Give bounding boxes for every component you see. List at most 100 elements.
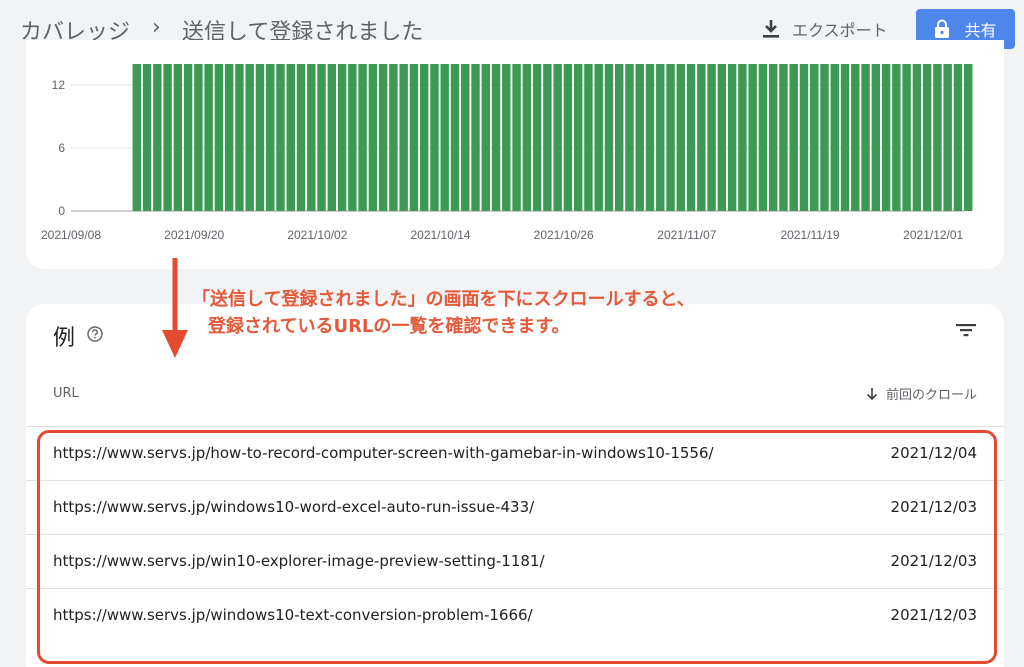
chart-bar[interactable]: [758, 64, 768, 211]
chart-bar[interactable]: [810, 64, 819, 211]
column-header-url[interactable]: URL: [53, 386, 79, 401]
chart-bar[interactable]: [296, 64, 306, 211]
chart-bar[interactable]: [368, 64, 378, 211]
chart-bar[interactable]: [409, 64, 419, 211]
row-url: https://www.servs.jp/how-to-record-compu…: [53, 444, 714, 462]
chart-bar[interactable]: [450, 64, 460, 211]
chart-bar[interactable]: [594, 64, 603, 211]
chart-bar[interactable]: [532, 64, 542, 211]
chart-bar[interactable]: [573, 64, 583, 211]
chart-bar[interactable]: [440, 64, 449, 211]
chart-bar[interactable]: [717, 64, 727, 211]
chart-bar[interactable]: [563, 64, 573, 211]
chart-bar[interactable]: [461, 64, 470, 211]
chart-bar[interactable]: [173, 64, 183, 211]
table-row[interactable]: https://www.servs.jp/windows10-text-conv…: [26, 588, 1004, 642]
chart-bar[interactable]: [789, 64, 798, 211]
download-icon: [763, 20, 779, 38]
chart-bar[interactable]: [348, 64, 357, 211]
chart-bar[interactable]: [194, 64, 203, 211]
chart-bar[interactable]: [522, 64, 532, 211]
export-button[interactable]: エクスポート: [762, 16, 888, 42]
chart-bar[interactable]: [224, 64, 234, 211]
chart-bar[interactable]: [635, 64, 644, 211]
chart-bar[interactable]: [163, 64, 172, 211]
lock-icon: [935, 19, 950, 38]
chart-bar[interactable]: [132, 64, 142, 211]
chart-bar[interactable]: [419, 64, 429, 211]
chart-bar[interactable]: [378, 64, 388, 211]
chart-bar[interactable]: [912, 64, 922, 211]
chart-bar[interactable]: [584, 64, 593, 211]
chart-bar[interactable]: [286, 64, 295, 211]
chart-bar[interactable]: [235, 64, 244, 211]
chart-bar[interactable]: [881, 64, 891, 211]
chart-bar[interactable]: [861, 64, 870, 211]
chart-bar[interactable]: [666, 64, 675, 211]
chart-bar[interactable]: [820, 64, 829, 211]
chart-bar[interactable]: [245, 64, 254, 211]
chart-bar[interactable]: [830, 64, 839, 211]
chart-bar[interactable]: [902, 64, 911, 211]
chart-bar[interactable]: [892, 64, 901, 211]
x-tick-label: 2021/11/07: [657, 228, 716, 242]
chart-bar[interactable]: [491, 64, 501, 211]
table-row[interactable]: https://www.servs.jp/how-to-record-compu…: [26, 426, 1004, 480]
chart-bar[interactable]: [358, 64, 367, 211]
chart-bar[interactable]: [204, 64, 213, 211]
column-header-last-crawl[interactable]: 前回のクロール: [866, 384, 977, 403]
chart-bar[interactable]: [727, 64, 737, 211]
chart-bar[interactable]: [266, 64, 275, 211]
chart-bar[interactable]: [481, 64, 490, 211]
chart-bar[interactable]: [512, 64, 521, 211]
chart-bar[interactable]: [840, 64, 850, 211]
chart-bar[interactable]: [255, 64, 265, 211]
filter-icon[interactable]: [955, 320, 977, 340]
chart-bar[interactable]: [471, 64, 480, 211]
chart-bar[interactable]: [686, 64, 696, 211]
chart-bar[interactable]: [748, 64, 757, 211]
chart-bar[interactable]: [615, 64, 624, 211]
chart-bar[interactable]: [871, 64, 881, 211]
chart-bar[interactable]: [768, 64, 778, 211]
chart-bar[interactable]: [337, 64, 347, 211]
table-row[interactable]: https://www.servs.jp/windows10-word-exce…: [26, 480, 1004, 534]
chart-bar[interactable]: [317, 64, 326, 211]
chart-bar[interactable]: [604, 64, 614, 211]
chart-bar[interactable]: [851, 64, 860, 211]
y-tick-label: 6: [58, 141, 65, 155]
chart-bar[interactable]: [625, 64, 634, 211]
chart-bar[interactable]: [327, 64, 337, 211]
chart-bar[interactable]: [543, 64, 552, 211]
table-row[interactable]: https://www.servs.jp/win10-explorer-imag…: [26, 534, 1004, 588]
chart-bar[interactable]: [142, 64, 152, 211]
chart-bar[interactable]: [153, 64, 162, 211]
chart-bar[interactable]: [707, 64, 716, 211]
chart-bar[interactable]: [645, 64, 655, 211]
chart-bar[interactable]: [214, 64, 224, 211]
chart-bar[interactable]: [953, 64, 963, 211]
chart-bar[interactable]: [943, 64, 952, 211]
help-icon[interactable]: [87, 326, 103, 342]
chart-bar[interactable]: [307, 64, 316, 211]
annotation-arrow-icon: [162, 258, 188, 358]
row-date: 2021/12/04: [890, 444, 977, 462]
chart-bar[interactable]: [276, 64, 285, 211]
chart-bar[interactable]: [389, 64, 398, 211]
chart-bar[interactable]: [676, 64, 686, 211]
chart-bar[interactable]: [656, 64, 665, 211]
chart-bar[interactable]: [933, 64, 942, 211]
chart-bar[interactable]: [502, 64, 511, 211]
chart-bar[interactable]: [183, 64, 193, 211]
chart-bar[interactable]: [964, 64, 973, 211]
x-tick-label: 2021/10/26: [534, 228, 594, 242]
chart-bar[interactable]: [553, 64, 562, 211]
chart-bar[interactable]: [799, 64, 809, 211]
chart-bar[interactable]: [779, 64, 788, 211]
chart-bar[interactable]: [922, 64, 932, 211]
chart-bar[interactable]: [738, 64, 747, 211]
annotation-line-2: 登録されているURLの一覧を確認できます。: [208, 316, 570, 337]
chart-bar[interactable]: [399, 64, 408, 211]
chart-bar[interactable]: [430, 64, 439, 211]
chart-bar[interactable]: [697, 64, 706, 211]
